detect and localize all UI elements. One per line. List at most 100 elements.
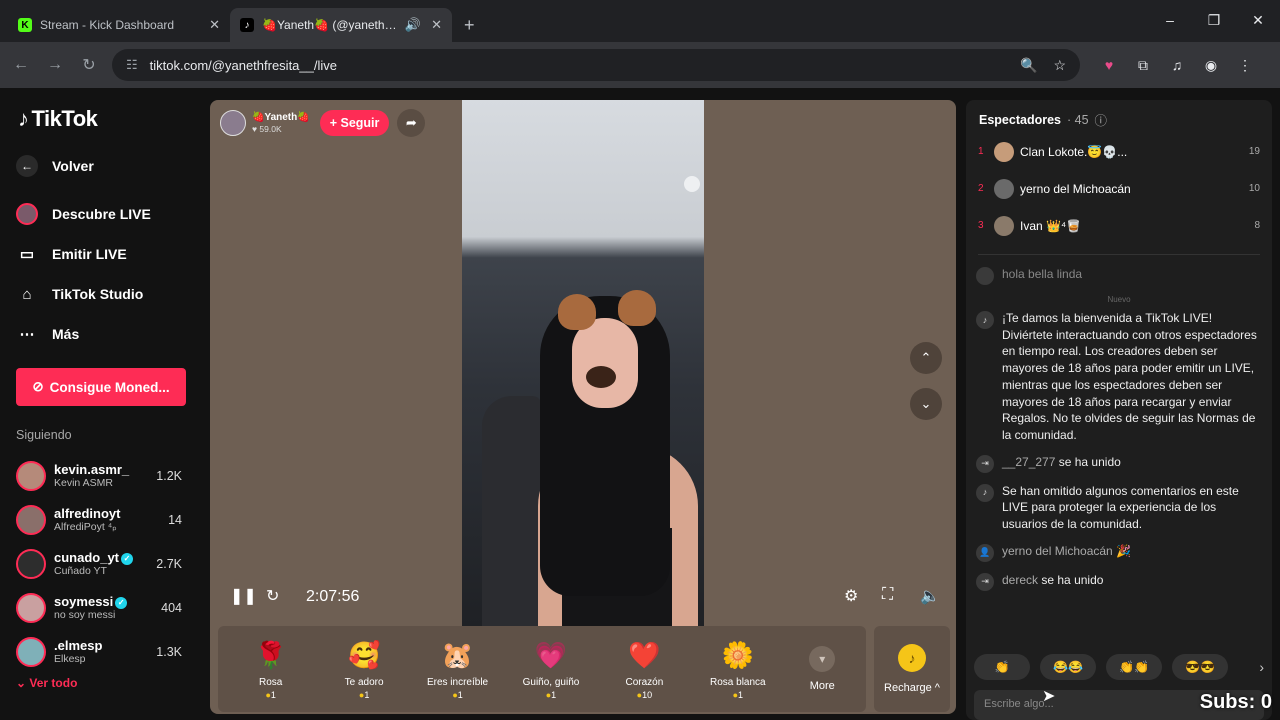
nav-mas[interactable]: ⋯ Más [16,314,186,354]
message-text: se ha unido [1058,454,1121,469]
message-user[interactable]: __27_277 [1002,455,1055,469]
nav-tiktok-studio[interactable]: ⌂ TikTok Studio [16,274,186,314]
share-icon[interactable]: ➦ [397,109,426,137]
top-viewer-row[interactable]: 3 Ivan 👑⁴🥃 8 [966,207,1272,244]
media-control-icon[interactable]: ♫ [1160,57,1194,74]
nav-descubre-live[interactable]: Descubre LIVE [16,194,186,234]
browser-tab-tiktok[interactable]: ♪ 🍓Yaneth🍓 (@yanethfresita__) en TikTok … [230,8,452,42]
close-tab-icon[interactable]: ✕ [431,17,442,33]
message-text: hola bella linda [1002,267,1083,281]
quick-reaction-button[interactable]: 😂😂 [1040,654,1096,680]
pause-icon[interactable]: ❚❚ [230,586,257,606]
gift-name: Te adoro [344,676,384,688]
refresh-icon[interactable]: ↻ [266,586,279,606]
fullscreen-icon[interactable]: ⛶ [882,586,893,604]
quick-reaction-button[interactable]: 👏👏 [1106,654,1162,680]
chevron-right-icon[interactable]: › [1259,659,1264,675]
message-icon: ⇥ [976,454,994,473]
settings-icon[interactable]: ⚙ [844,586,858,606]
following-username: alfredinoyt [54,506,121,521]
see-all-link[interactable]: ⌄ Ver todo [16,676,186,690]
viewer-count: 1.2K [156,469,182,483]
live-discover-icon [16,203,38,225]
gift-icon: 💗 [534,640,568,670]
gift-item[interactable]: ❤️ Corazón ●10 [605,639,683,700]
gift-item[interactable]: 🐹 Eres increíble ●1 [419,639,497,700]
following-name: soymessi ✓ [54,594,161,609]
following-item[interactable]: kevin.asmr_ Kevin ASMR 1.2K [16,454,186,498]
viewer-count: 404 [161,601,182,615]
tiktok-logo[interactable]: ♪ TikTok [18,106,186,132]
following-text: soymessi ✓ no soy messi [54,594,161,622]
gift-item[interactable]: 🥰 Te adoro ●1 [325,639,403,700]
next-live-button[interactable]: ⌄ [910,388,942,420]
gift-name: Eres increíble [426,676,489,688]
browser-menu-icon[interactable]: ⋮ [1228,57,1262,74]
gift-item[interactable]: 🌼 Rosa blanca ●1 [699,639,777,700]
back-arrow-icon[interactable]: ← [4,56,38,74]
follow-button[interactable]: + Seguir [319,110,390,136]
host-name[interactable]: 🍓Yaneth🍓 [252,112,310,124]
info-icon[interactable]: ⓘ [1095,110,1108,129]
browser-tab-bar: K Stream - Kick Dashboard ✕ ♪ 🍓Yaneth🍓 (… [0,0,1280,42]
bookmark-star-icon[interactable]: ☆ [1053,57,1066,74]
browser-tab-kick[interactable]: K Stream - Kick Dashboard ✕ [8,8,230,42]
recharge-button[interactable]: ♪ Recharge ^ [874,626,950,712]
following-item[interactable]: soymessi ✓ no soy messi 404 [16,586,186,630]
top-viewer-row[interactable]: 2 yerno del Michoacán 10 [966,170,1272,207]
close-window-button[interactable]: ✕ [1236,0,1280,40]
host-avatar[interactable] [220,110,246,136]
following-item[interactable]: alfredinoyt AlfrediPoyt ⁴ₚ 14 [16,498,186,542]
following-title: Siguiendo [16,428,72,442]
gift-cost: ●1 [359,690,369,700]
message-text: 🎉 [1116,543,1132,558]
minimize-button[interactable]: – [1148,0,1192,40]
message-text: ¡Te damos la bienvenida a TikTok LIVE! D… [1002,311,1257,442]
reload-icon[interactable]: ↻ [72,55,106,75]
forward-arrow-icon[interactable]: → [38,56,72,74]
gift-item[interactable]: 💗 Guiño, guiño ●1 [512,639,590,700]
top-viewer-row[interactable]: 1 Clan Lokote.😇💀... 19 [966,133,1272,170]
viewer-rank: 2 [978,183,984,194]
extension-icon[interactable]: ♥ [1092,57,1126,74]
more-gifts-button[interactable]: ▾ More [792,646,852,692]
close-tab-icon[interactable]: ✕ [209,17,220,33]
quick-reaction-button[interactable]: 👏 [974,654,1030,680]
profile-avatar-icon[interactable]: ◉ [1194,57,1228,74]
previous-live-button[interactable]: ⌃ [910,342,942,374]
mouse-cursor-icon: ➤ [1042,688,1056,705]
subs-overlay: Subs: 0 [1199,691,1272,713]
new-messages-divider: Nuevo [1107,295,1131,304]
tiktok-page: ♪ TikTok ← Volver Descubre LIVE ▭ Emitir… [0,88,1280,720]
following-item[interactable]: .elmesp Elkesp 1.3K [16,630,186,674]
gift-cost-value: 1 [551,689,557,700]
new-tab-button[interactable]: + [452,8,487,42]
message-user[interactable]: yerno del Michoacán [1002,544,1113,558]
live-video[interactable] [462,100,704,626]
url-text: tiktok.com/@yanethfresita__/live [149,57,337,73]
verified-icon: ✓ [115,596,128,609]
volume-icon[interactable]: 🔈 [920,586,940,606]
live-player[interactable]: 🍓Yaneth🍓 ♥ 59.0K + Seguir ➦ ⌃ ⌄ ❚❚ ↻ 2:0… [210,100,956,714]
following-avatar [16,549,46,579]
address-bar[interactable]: ☷ tiktok.com/@yanethfresita__/live 🔍 ☆ [112,49,1080,81]
get-coins-button[interactable]: ⊘ Consigue Moned... [16,368,186,406]
zoom-icon[interactable]: 🔍 [1020,57,1037,74]
gift-icon: ❤️ [628,640,661,670]
maximize-button[interactable]: ❐ [1192,0,1236,40]
viewers-header: Espectadores · 45 ⓘ [966,100,1272,129]
chevron-down-icon: ⌄ [920,396,932,411]
message-user[interactable]: dereck [1002,573,1038,587]
gift-item[interactable]: 🌹 Rosa ●1 [232,639,310,700]
quick-reaction-button[interactable]: 😎😎 [1172,654,1228,680]
following-username: cunado_yt [54,550,120,565]
gift-name: Guiño, guiño [522,676,580,688]
speaker-icon[interactable]: 🔊 [405,17,421,33]
puzzle-icon[interactable]: ⧉ [1126,57,1160,74]
nav-emitir-live[interactable]: ▭ Emitir LIVE [16,234,186,274]
nav-volver[interactable]: ← Volver [16,146,186,186]
chat-message: ⇥ dereck se ha unido [966,572,1272,591]
site-info-icon[interactable]: ☷ [126,57,138,73]
following-item[interactable]: cunado_yt ✓ Cuñado YT 2.7K [16,542,186,586]
gift-cost: ●10 [637,690,652,700]
